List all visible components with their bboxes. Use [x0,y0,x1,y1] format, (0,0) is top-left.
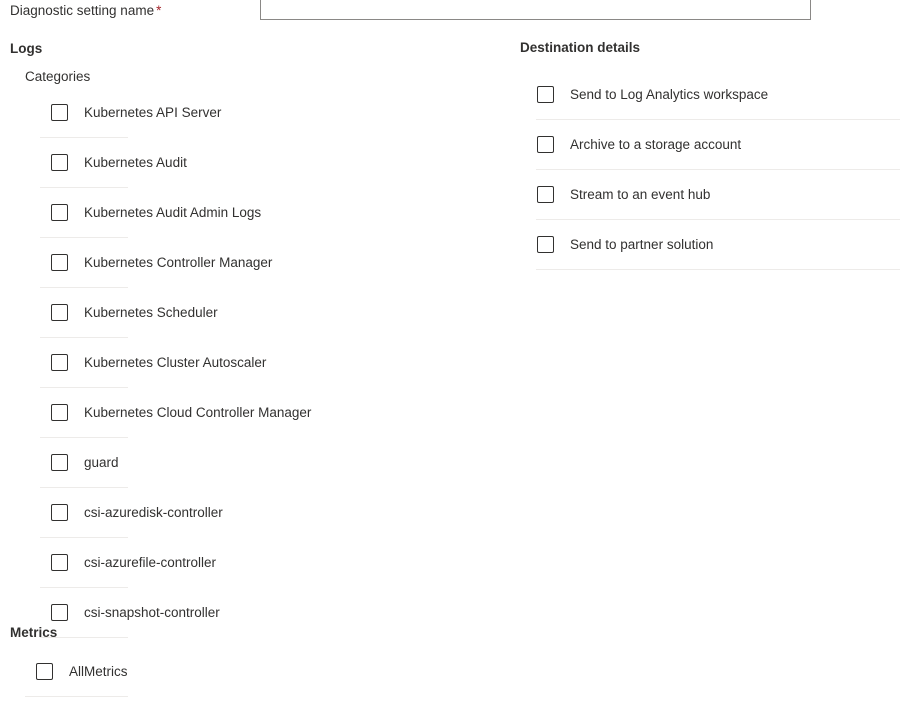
required-asterisk: * [156,3,162,18]
checkbox-row-content[interactable]: Stream to an event hub [537,186,710,203]
checkbox-row-content[interactable]: Send to Log Analytics workspace [537,86,768,103]
log-category-row[interactable]: Kubernetes API Server [0,88,520,138]
row-divider [25,696,128,697]
checkbox-icon[interactable] [51,604,68,621]
log-category-row[interactable]: Kubernetes Scheduler [0,288,520,338]
checkbox-icon[interactable] [51,354,68,371]
checkbox-row-content[interactable]: guard [51,454,119,471]
checkbox-row-content[interactable]: Kubernetes Cloud Controller Manager [51,404,311,421]
checkbox-label: guard [84,455,119,470]
checkbox-icon[interactable] [537,186,554,203]
checkbox-row-content[interactable]: Send to partner solution [537,236,713,253]
checkbox-row-content[interactable]: Archive to a storage account [537,136,741,153]
metrics-section-title: Metrics [10,625,58,640]
checkbox-icon[interactable] [51,554,68,571]
log-category-row[interactable]: csi-snapshot-controller [0,588,520,638]
checkbox-label: Kubernetes Cloud Controller Manager [84,405,312,420]
log-category-row[interactable]: guard [0,438,520,488]
checkbox-icon[interactable] [51,254,68,271]
checkbox-label: Kubernetes Audit [84,155,187,170]
checkbox-icon[interactable] [537,136,554,153]
row-divider [536,269,900,270]
checkbox-row-content[interactable]: Kubernetes Cluster Autoscaler [51,354,266,371]
log-category-list: Kubernetes API Server Kubernetes Audit Kub… [0,88,520,638]
log-category-row[interactable]: Kubernetes Cloud Controller Manager [0,388,520,438]
checkbox-icon[interactable] [51,454,68,471]
checkbox-icon[interactable] [51,204,68,221]
log-category-row[interactable]: csi-azurefile-controller [0,538,520,588]
checkbox-label: Kubernetes Audit Admin Logs [84,205,262,220]
checkbox-label: csi-azurefile-controller [84,555,217,570]
checkbox-row-content[interactable]: Kubernetes API Server [51,104,221,121]
destination-option-row[interactable]: Send to Log Analytics workspace [520,70,903,120]
destination-option-row[interactable]: Archive to a storage account [520,120,903,170]
checkbox-row-content[interactable]: Kubernetes Audit [51,154,187,171]
diagnostic-setting-name-input[interactable] [260,0,811,20]
checkbox-label: Kubernetes Cluster Autoscaler [84,355,267,370]
log-category-row[interactable]: Kubernetes Audit Admin Logs [0,188,520,238]
checkbox-icon[interactable] [537,86,554,103]
checkbox-label: AllMetrics [69,664,128,679]
diagnostic-setting-name-row: Diagnostic setting name * [0,0,903,22]
metric-row[interactable]: AllMetrics [0,647,520,697]
checkbox-label: Archive to a storage account [570,137,742,152]
log-category-row[interactable]: Kubernetes Audit [0,138,520,188]
destination-option-row[interactable]: Send to partner solution [520,220,903,270]
checkbox-row-content[interactable]: csi-azurefile-controller [51,554,216,571]
checkbox-label: Kubernetes API Server [84,105,222,120]
checkbox-label: csi-azuredisk-controller [84,505,223,520]
logs-section-title: Logs [10,41,43,56]
checkbox-label: Send to Log Analytics workspace [570,87,769,102]
checkbox-icon[interactable] [51,404,68,421]
log-category-row[interactable]: Kubernetes Cluster Autoscaler [0,338,520,388]
destination-option-list: Send to Log Analytics workspace Archive t… [520,70,903,270]
log-category-row[interactable]: Kubernetes Controller Manager [0,238,520,288]
destination-details-title: Destination details [520,40,641,55]
checkbox-row-content[interactable]: Kubernetes Audit Admin Logs [51,204,261,221]
metrics-list: AllMetrics [0,647,520,697]
checkbox-icon[interactable] [51,154,68,171]
checkbox-row-content[interactable]: Kubernetes Scheduler [51,304,218,321]
checkbox-icon[interactable] [537,236,554,253]
checkbox-icon[interactable] [51,304,68,321]
checkbox-label: Stream to an event hub [570,187,711,202]
checkbox-label: Send to partner solution [570,237,714,252]
checkbox-icon[interactable] [51,504,68,521]
checkbox-label: Kubernetes Controller Manager [84,255,273,270]
destination-option-row[interactable]: Stream to an event hub [520,170,903,220]
checkbox-icon[interactable] [51,104,68,121]
checkbox-row-content[interactable]: csi-snapshot-controller [51,604,220,621]
diagnostic-setting-name-label: Diagnostic setting name * [10,2,161,19]
checkbox-icon[interactable] [36,663,53,680]
checkbox-row-content[interactable]: csi-azuredisk-controller [51,504,223,521]
categories-label: Categories [25,69,91,84]
diagnostic-setting-name-label-text: Diagnostic setting name [10,3,155,18]
checkbox-row-content[interactable]: Kubernetes Controller Manager [51,254,272,271]
log-category-row[interactable]: csi-azuredisk-controller [0,488,520,538]
checkbox-label: csi-snapshot-controller [84,605,220,620]
checkbox-label: Kubernetes Scheduler [84,305,218,320]
checkbox-row-content[interactable]: AllMetrics [36,663,128,680]
